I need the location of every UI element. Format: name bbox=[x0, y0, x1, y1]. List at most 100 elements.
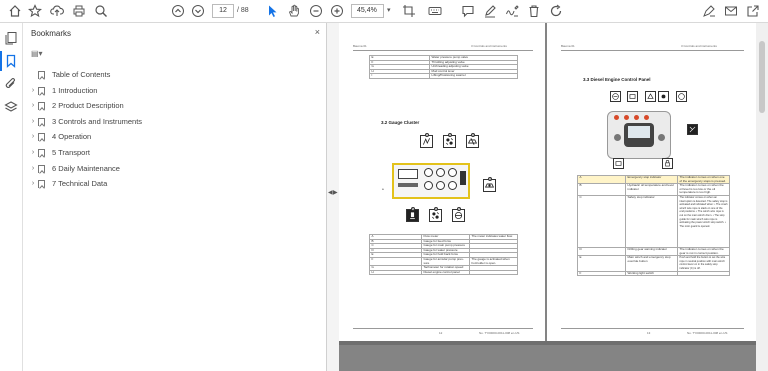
gauge-cluster-panel bbox=[392, 163, 470, 199]
zoom-search-icon[interactable] bbox=[94, 4, 108, 18]
upload-icon[interactable] bbox=[50, 4, 64, 18]
select-cursor-icon[interactable] bbox=[265, 4, 279, 18]
hand-tool-icon[interactable] bbox=[287, 4, 301, 18]
collapse-left-icon[interactable]: ◀ bbox=[328, 189, 333, 196]
table-row: D Drilling gear warning indicator The indi… bbox=[577, 246, 730, 257]
bookmark-label: 2 Product Description bbox=[52, 101, 124, 111]
page-gap bbox=[339, 341, 756, 345]
table-row: C Safety stop indicator The indicator come… bbox=[577, 194, 730, 248]
page-header-left: Bauma 01 bbox=[353, 44, 367, 48]
bookmark-flag-icon bbox=[38, 180, 45, 189]
document-viewer[interactable]: Bauma 01 3 Controls and instruments E Wat… bbox=[339, 23, 756, 371]
scrollbar-thumb[interactable] bbox=[759, 41, 765, 113]
document-page-left: Bauma 01 3 Controls and instruments E Wat… bbox=[339, 23, 545, 341]
bookmark-label: 7 Technical Data bbox=[52, 179, 108, 189]
bookmark-label: 5 Transport bbox=[52, 147, 90, 157]
attachment-icon[interactable] bbox=[4, 77, 18, 91]
page-total: / 88 bbox=[237, 7, 249, 14]
bookmark-flag-icon bbox=[38, 86, 45, 95]
next-page-icon[interactable] bbox=[191, 4, 205, 18]
bookmark-controls-instruments[interactable]: › 3 Controls and Instruments bbox=[23, 114, 327, 130]
sign-icon[interactable] bbox=[505, 4, 519, 18]
engine-control-panel bbox=[607, 111, 671, 159]
prev-page-icon[interactable] bbox=[171, 4, 185, 18]
bookmark-daily-maintenance[interactable]: › 6 Daily Maintenance bbox=[23, 161, 327, 177]
bookmark-transport[interactable]: › 5 Transport bbox=[23, 145, 327, 161]
crop-icon[interactable] bbox=[402, 4, 416, 18]
gauge-illustration-icon: 6 bbox=[429, 207, 442, 222]
zoom-level-field[interactable]: 45,4% bbox=[351, 4, 384, 18]
engine-panel-table: A Emergency stop indicator The indicator c… bbox=[577, 174, 730, 277]
engine-panel-icon bbox=[645, 91, 656, 102]
bookmark-operation[interactable]: › 4 Operation bbox=[23, 129, 327, 145]
section-title-engine-panel: 3.3 Diesel Engine Control Panel bbox=[583, 77, 651, 82]
document-number-left: No. TY00000-0011-008 en-US bbox=[479, 331, 520, 335]
bookmark-flag-icon bbox=[38, 71, 45, 79]
highlight-pen-icon[interactable] bbox=[483, 4, 497, 18]
expand-right-icon[interactable]: ▶ bbox=[333, 189, 338, 196]
panel-title: Bookmarks bbox=[31, 29, 72, 38]
engine-panel-icon bbox=[658, 91, 669, 102]
mail-icon[interactable] bbox=[724, 4, 738, 18]
gauge-illustration-icon: 7 bbox=[452, 207, 465, 222]
engine-panel-icon bbox=[662, 158, 673, 169]
chevron-right-icon[interactable]: › bbox=[29, 161, 37, 177]
zoom-in-icon[interactable] bbox=[330, 4, 344, 18]
page-number-right: 13 bbox=[647, 331, 651, 335]
delete-icon[interactable] bbox=[527, 4, 541, 18]
bookmark-technical-data[interactable]: › 7 Technical Data bbox=[23, 176, 327, 192]
comment-icon[interactable] bbox=[461, 4, 475, 18]
page-header-right: 3 Controls and instruments bbox=[471, 44, 507, 48]
chevron-right-icon[interactable]: › bbox=[29, 145, 37, 161]
keyboard-icon[interactable] bbox=[428, 4, 442, 18]
gauge-illustration-icon: 3 bbox=[466, 133, 479, 148]
copy-pages-icon[interactable] bbox=[4, 31, 18, 45]
chevron-right-icon[interactable]: › bbox=[29, 114, 37, 130]
bookmark-label: 1 Introduction bbox=[52, 85, 98, 95]
panel-splitter[interactable]: ◀ ▶ bbox=[327, 23, 339, 371]
page-number-left: 12 bbox=[439, 331, 443, 335]
bookmark-flag-icon bbox=[38, 117, 45, 126]
document-number-right: No. TY00000-0011-008 en-US bbox=[687, 331, 728, 335]
rotate-icon[interactable] bbox=[549, 4, 563, 18]
bookmark-label: Table of Contents bbox=[52, 70, 111, 79]
callout-label: a bbox=[382, 187, 384, 191]
bookmark-flag-icon bbox=[38, 148, 45, 157]
bookmark-options-icon[interactable]: ▤▾ bbox=[31, 49, 51, 61]
page-number-input[interactable]: 12 bbox=[212, 4, 234, 18]
bookmark-list: Table of Contents › 1 Introduction › 2 P… bbox=[23, 67, 327, 192]
bookmark-icon[interactable] bbox=[0, 51, 18, 71]
bookmark-flag-icon bbox=[38, 164, 45, 173]
bookmark-label: 4 Operation bbox=[52, 132, 92, 142]
print-icon[interactable] bbox=[72, 4, 86, 18]
gauge-illustration-icon: 1 bbox=[420, 133, 433, 148]
zoom-out-icon[interactable] bbox=[309, 4, 323, 18]
valve-table: E Water pressure pump valve F Throttling a… bbox=[369, 55, 518, 79]
table-row: H Diesel engine control panel bbox=[369, 269, 518, 276]
table-row: F Gauge for annular pump pres-sure The gau… bbox=[369, 256, 518, 267]
home-icon[interactable] bbox=[8, 4, 22, 18]
vertical-scrollbar[interactable] bbox=[756, 23, 768, 371]
layers-icon[interactable] bbox=[4, 100, 18, 114]
engine-panel-icon bbox=[627, 91, 638, 102]
gauge-illustration-icon: 5 bbox=[406, 207, 419, 222]
bookmark-table-of-contents[interactable]: Table of Contents bbox=[23, 67, 327, 83]
table-row: E Main winch and emergency stop override … bbox=[577, 255, 730, 272]
bookmark-product-description[interactable]: › 2 Product Description bbox=[23, 98, 327, 114]
zoom-dropdown-icon[interactable]: ▾ bbox=[387, 4, 391, 18]
chevron-right-icon[interactable]: › bbox=[29, 83, 37, 99]
star-icon[interactable] bbox=[28, 4, 42, 18]
chevron-right-icon[interactable]: › bbox=[29, 176, 37, 192]
table-row: B Hydraulic oil temperature and level ind… bbox=[577, 183, 730, 196]
bookmark-flag-icon bbox=[38, 133, 45, 142]
chevron-right-icon[interactable]: › bbox=[29, 129, 37, 145]
chevron-right-icon[interactable]: › bbox=[29, 98, 37, 114]
redact-icon[interactable] bbox=[702, 4, 716, 18]
share-icon[interactable] bbox=[746, 4, 760, 18]
bookmark-label: 3 Controls and Instruments bbox=[52, 116, 143, 126]
close-icon[interactable]: × bbox=[315, 27, 320, 37]
table-row: I Lifting/Positioning swarrel bbox=[369, 73, 518, 79]
gauge-illustration-icon: 4 bbox=[483, 177, 496, 192]
engine-panel-icon bbox=[613, 158, 624, 169]
bookmark-introduction[interactable]: › 1 Introduction bbox=[23, 83, 327, 99]
